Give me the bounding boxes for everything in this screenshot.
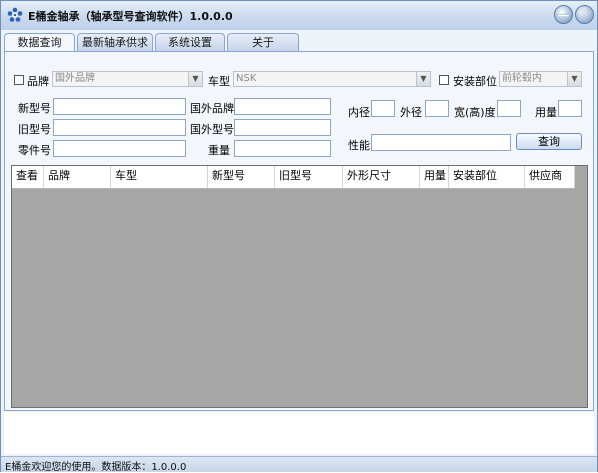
position-checkbox[interactable] xyxy=(439,75,449,85)
app-window: E桶金轴承（轴承型号查询软件）1.0.0.0 — ✕ 数据查询 最新轴承供求 系… xyxy=(0,0,598,473)
tab-latest-supply[interactable]: 最新轴承供求 xyxy=(77,33,153,52)
window-title: E桶金轴承（轴承型号查询软件）1.0.0.0 xyxy=(28,10,233,23)
col-new-model[interactable]: 新型号 xyxy=(208,166,275,188)
col-car[interactable]: 车型 xyxy=(111,166,208,188)
query-button[interactable]: 查询 xyxy=(516,133,582,150)
inner-diameter-label: 内径 xyxy=(348,106,370,119)
outer-diameter-input[interactable] xyxy=(425,100,449,117)
new-model-label: 新型号 xyxy=(18,102,51,115)
status-text: E桶金欢迎您的使用。数据版本：1.0.0.0 xyxy=(5,462,187,473)
chevron-down-icon: ▼ xyxy=(188,72,202,86)
width-input[interactable] xyxy=(497,100,521,117)
weight-input[interactable] xyxy=(234,140,331,157)
col-view[interactable]: 查看 xyxy=(12,166,44,188)
part-no-input[interactable] xyxy=(53,140,186,157)
tab-settings[interactable]: 系统设置 xyxy=(155,33,225,52)
foreign-model-label: 国外型号 xyxy=(190,123,234,136)
tab-data-query[interactable]: 数据查询 xyxy=(4,33,75,53)
minimize-button[interactable]: — xyxy=(554,5,573,24)
weight-label: 重量 xyxy=(208,144,230,157)
chevron-down-icon: ▼ xyxy=(416,72,430,86)
qty-input[interactable] xyxy=(558,100,582,117)
position-select-value: 前轮毂内 xyxy=(502,73,542,84)
car-label: 车型 xyxy=(208,75,230,88)
qty-label: 用量 xyxy=(535,106,557,119)
position-label: 安装部位 xyxy=(453,75,497,88)
tab-about[interactable]: 关于 xyxy=(227,33,299,52)
new-model-input[interactable] xyxy=(53,98,186,115)
width-label: 宽(高)度 xyxy=(454,106,496,119)
part-no-label: 零件号 xyxy=(18,144,51,157)
close-button[interactable]: ✕ xyxy=(575,5,594,24)
chevron-down-icon: ▼ xyxy=(567,72,581,86)
foreign-brand-input[interactable] xyxy=(234,98,331,115)
col-brand[interactable]: 品牌 xyxy=(44,166,111,188)
col-qty[interactable]: 用量 xyxy=(420,166,449,188)
col-supplier[interactable]: 供应商 xyxy=(525,166,575,188)
col-dimensions[interactable]: 外形尺寸 xyxy=(343,166,420,188)
grid-header: 查看 品牌 车型 新型号 旧型号 外形尺寸 用量 安装部位 供应商 xyxy=(12,166,575,189)
detail-area xyxy=(4,412,594,454)
brand-checkbox[interactable] xyxy=(14,75,24,85)
brand-select[interactable]: 国外品牌 ▼ xyxy=(52,71,203,87)
status-bar: E桶金欢迎您的使用。数据版本：1.0.0.0 xyxy=(1,456,597,473)
car-select-value: NSK xyxy=(236,73,257,84)
foreign-model-input[interactable] xyxy=(234,119,331,136)
gear-flower-icon xyxy=(7,7,23,22)
close-icon: ✕ xyxy=(580,8,589,20)
old-model-input[interactable] xyxy=(53,119,186,136)
brand-label: 品牌 xyxy=(27,75,49,88)
col-position[interactable]: 安装部位 xyxy=(449,166,525,188)
performance-input[interactable] xyxy=(371,134,511,151)
outer-diameter-label: 外径 xyxy=(400,106,422,119)
col-old-model[interactable]: 旧型号 xyxy=(275,166,343,188)
results-grid[interactable]: 查看 品牌 车型 新型号 旧型号 外形尺寸 用量 安装部位 供应商 xyxy=(11,165,588,408)
performance-label: 性能 xyxy=(348,139,370,152)
car-select[interactable]: NSK ▼ xyxy=(233,71,431,87)
position-select[interactable]: 前轮毂内 ▼ xyxy=(499,71,582,87)
minimize-icon: — xyxy=(557,7,570,22)
brand-select-value: 国外品牌 xyxy=(55,73,95,84)
inner-diameter-input[interactable] xyxy=(371,100,395,117)
foreign-brand-label: 国外品牌 xyxy=(190,102,234,115)
old-model-label: 旧型号 xyxy=(18,123,51,136)
title-bar[interactable]: E桶金轴承（轴承型号查询软件）1.0.0.0 — ✕ xyxy=(1,1,597,30)
